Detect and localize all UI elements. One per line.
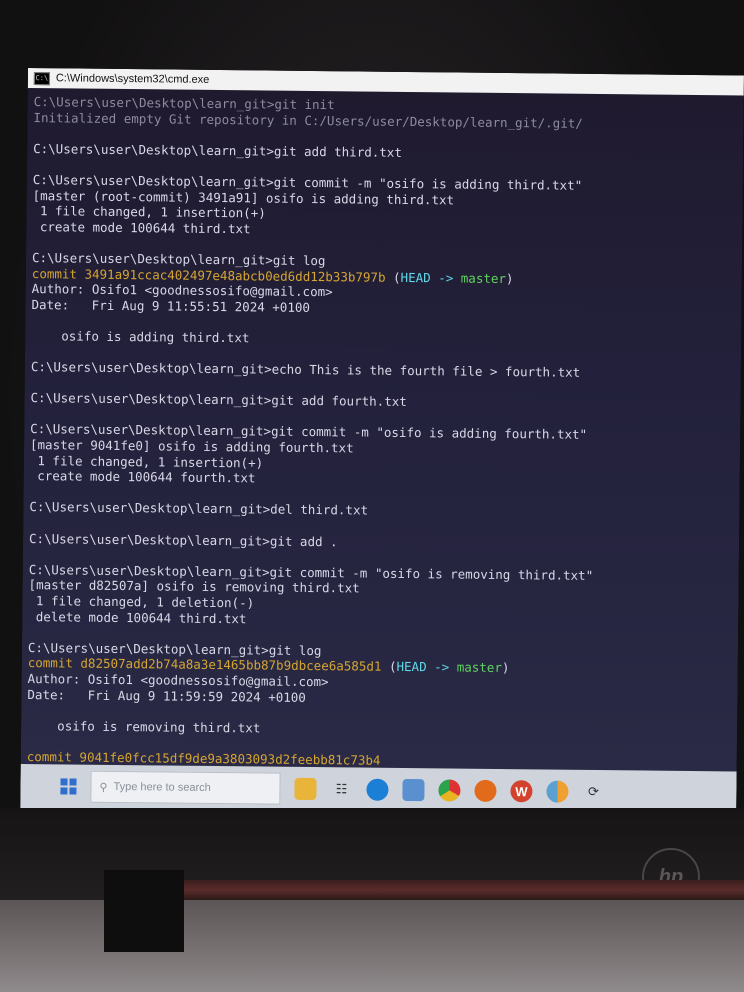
laptop-screen: C:\ C:\Windows\system32\cmd.exe C:\Users… — [20, 68, 744, 816]
file-explorer-icon[interactable] — [294, 777, 317, 801]
head-label: HEAD -> — [400, 269, 461, 286]
branch-label: master — [460, 270, 507, 286]
notification-icon[interactable]: ⟳ — [582, 781, 604, 803]
windows-start-icon[interactable] — [60, 778, 77, 795]
hinge — [180, 880, 744, 900]
chrome-canary-icon[interactable] — [546, 780, 569, 803]
cmd-icon: C:\ — [33, 71, 50, 85]
photos-icon[interactable] — [402, 778, 425, 802]
window-title: C:\Windows\system32\cmd.exe — [55, 72, 210, 86]
webcam-cover — [104, 870, 184, 952]
search-icon: ⚲ — [99, 781, 108, 794]
task-view-icon[interactable]: ☷ — [330, 778, 352, 800]
taskbar-search[interactable]: ⚲ Type here to search — [90, 770, 281, 805]
office-icon[interactable]: W — [510, 780, 533, 803]
firefox-icon[interactable] — [474, 779, 497, 802]
search-placeholder: Type here to search — [113, 780, 211, 794]
console-output[interactable]: C:\Users\user\Desktop\learn_git>git init… — [20, 87, 744, 783]
head-label: HEAD -> — [396, 659, 457, 675]
chrome-icon[interactable] — [438, 779, 461, 802]
edge-icon[interactable] — [366, 778, 389, 801]
branch-label: master — [456, 659, 502, 676]
